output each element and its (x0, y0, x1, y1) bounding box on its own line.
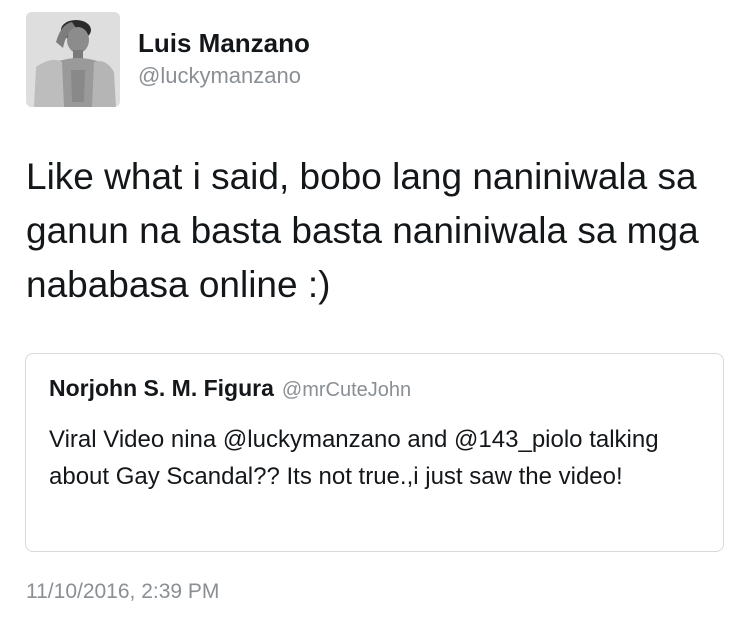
avatar-photo-icon (26, 12, 120, 107)
tweet-timestamp[interactable]: 11/10/2016, 2:39 PM (26, 580, 219, 604)
author-handle[interactable]: @luckymanzano (138, 61, 310, 91)
author-names: Luis Manzano @luckymanzano (138, 27, 310, 91)
tweet-text: Like what i said, bobo lang naniniwala s… (26, 156, 699, 305)
tweet-container: Luis Manzano @luckymanzano Like what i s… (0, 0, 750, 631)
quoted-tweet-card[interactable]: Norjohn S. M. Figura @mrCuteJohn Viral Vi… (25, 353, 724, 552)
quoted-author-display-name: Norjohn S. M. Figura (49, 375, 274, 401)
quoted-tweet-text: Viral Video nina @luckymanzano and @143_… (49, 426, 659, 490)
author-display-name[interactable]: Luis Manzano (138, 27, 310, 59)
quoted-tweet-header: Norjohn S. M. Figura @mrCuteJohn (49, 375, 411, 402)
quoted-author-handle: @mrCuteJohn (281, 379, 412, 401)
tweet-header: Luis Manzano @luckymanzano (26, 12, 310, 107)
avatar[interactable] (26, 12, 120, 107)
